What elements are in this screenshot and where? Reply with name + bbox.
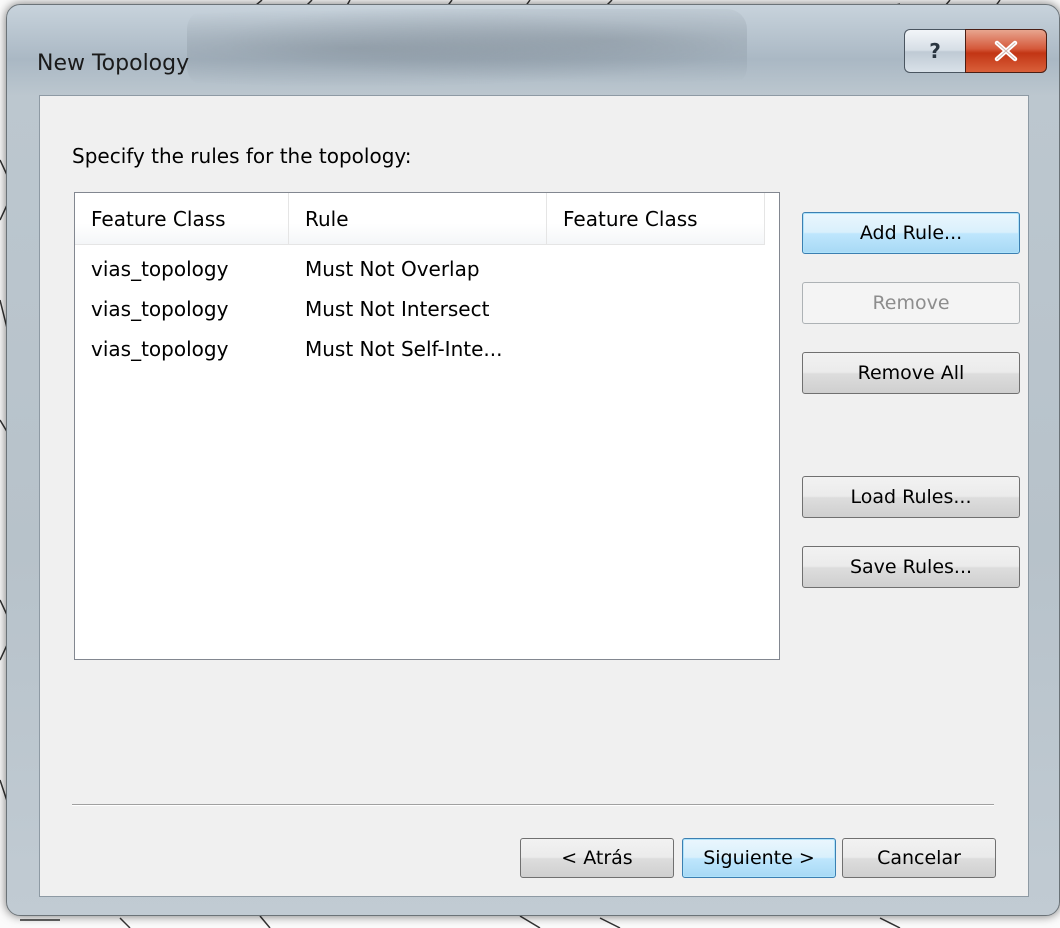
dialog-client-area: Specify the rules for the topology: Feat… <box>39 95 1029 897</box>
column-header-feature-class-2[interactable]: Feature Class <box>547 193 765 245</box>
remove-button[interactable]: Remove <box>802 282 1020 324</box>
cell-feature-class: vias_topology <box>91 337 229 361</box>
table-row[interactable]: vias_topology Must Not Intersect <box>75 289 765 329</box>
back-button[interactable]: < Atrás <box>520 838 674 878</box>
dialog-title: New Topology <box>37 51 190 76</box>
footer-separator <box>72 804 994 806</box>
caption-buttons: ? <box>904 29 1047 73</box>
help-button[interactable]: ? <box>904 29 965 73</box>
add-rule-button[interactable]: Add Rule... <box>802 212 1020 254</box>
close-button[interactable] <box>965 29 1047 73</box>
cell-feature-class-2 <box>547 329 765 369</box>
cell-feature-class-2 <box>547 249 765 289</box>
rules-list[interactable]: Feature Class Rule Feature Class vias_to… <box>74 192 780 660</box>
rules-list-header: Feature Class Rule Feature Class <box>75 193 769 245</box>
table-row[interactable]: vias_topology Must Not Overlap <box>75 249 765 289</box>
close-icon <box>994 40 1018 62</box>
cell-rule: Must Not Intersect <box>305 297 490 321</box>
remove-all-button[interactable]: Remove All <box>802 352 1020 394</box>
cell-feature-class: vias_topology <box>91 297 229 321</box>
cell-rule: Must Not Overlap <box>305 257 480 281</box>
cell-rule: Must Not Self-Inte... <box>305 337 503 361</box>
rules-prompt: Specify the rules for the topology: <box>72 144 412 168</box>
next-button[interactable]: Siguiente > <box>682 838 836 878</box>
new-topology-dialog: New Topology ? Specify the rules for the… <box>6 4 1060 916</box>
table-row[interactable]: vias_topology Must Not Self-Inte... <box>75 329 765 369</box>
cancel-button[interactable]: Cancelar <box>842 838 996 878</box>
help-icon: ? <box>929 39 941 63</box>
load-rules-button[interactable]: Load Rules... <box>802 476 1020 518</box>
cell-feature-class-2 <box>547 289 765 329</box>
cell-feature-class: vias_topology <box>91 257 229 281</box>
column-header-feature-class[interactable]: Feature Class <box>75 193 289 245</box>
save-rules-button[interactable]: Save Rules... <box>802 546 1020 588</box>
column-header-rule[interactable]: Rule <box>289 193 547 245</box>
